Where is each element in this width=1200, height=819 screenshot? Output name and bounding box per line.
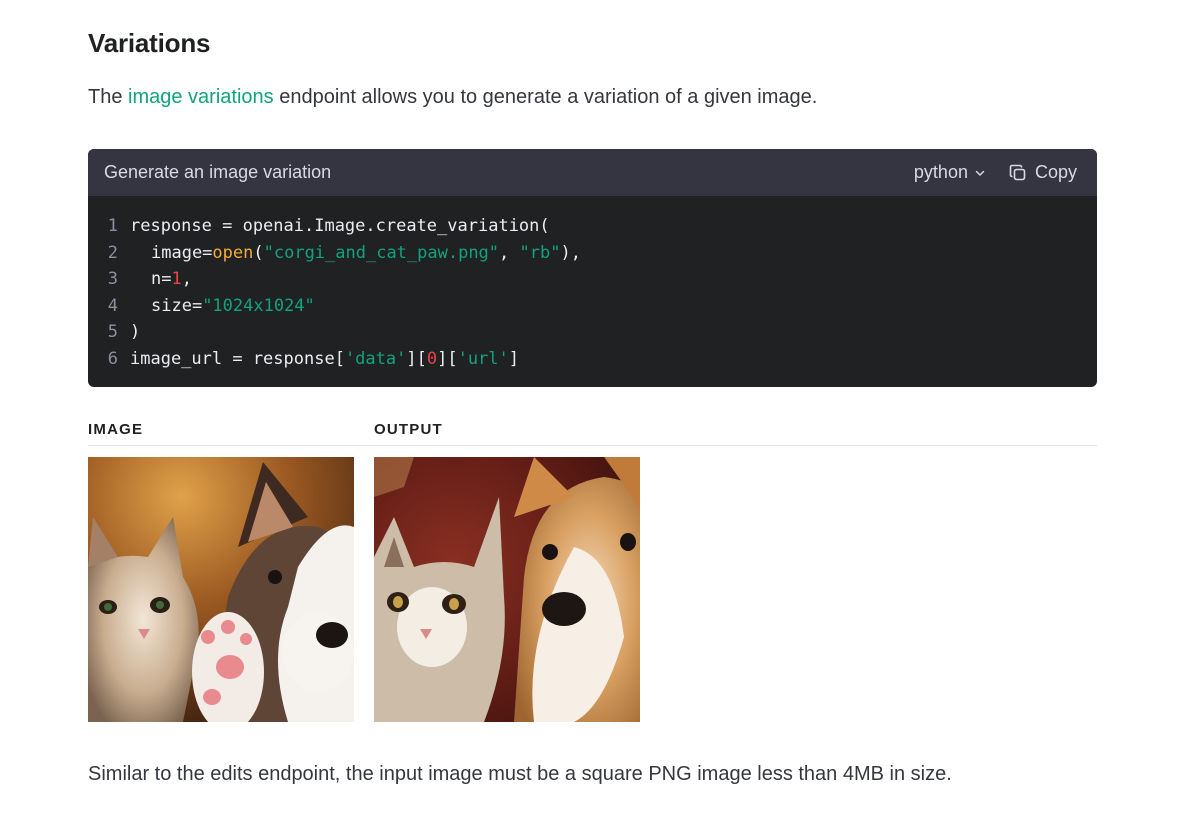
code-text: ) (130, 322, 141, 342)
copy-label: Copy (1034, 162, 1077, 182)
code-string: "1024x1024" (202, 295, 315, 316)
language-select[interactable]: python (914, 162, 986, 183)
code-string: "corgi_and_cat_paw.png" (263, 242, 500, 263)
code-text: ] (508, 348, 520, 369)
code-string: 'data' (344, 348, 407, 369)
image-variations-link[interactable]: image variations (128, 86, 274, 108)
code-line: 5 ) (88, 319, 1097, 346)
chevron-down-icon (975, 170, 985, 176)
code-body[interactable]: 1 response = openai.Image.create_variati… (88, 196, 1097, 372)
line-number: 5 (107, 322, 118, 342)
copy-button[interactable]: Copy (1008, 162, 1077, 183)
intro-prefix: The (88, 86, 129, 108)
code-text: image_url = response[ (130, 348, 345, 369)
code-string: 'url' (457, 348, 509, 369)
code-text: size= (151, 295, 203, 316)
code-text: image= (151, 242, 213, 263)
line-number: 4 (107, 295, 118, 316)
code-header: Generate an image variation python Copy (88, 149, 1097, 196)
line-number: 2 (107, 242, 118, 263)
cat-corgi-variation-photo (374, 457, 640, 722)
language-label: python (913, 162, 968, 182)
code-text: ][ (406, 348, 427, 369)
line-number: 1 (107, 216, 118, 236)
code-number: 0 (426, 348, 438, 369)
code-text: n= (151, 269, 172, 289)
code-line: 4 size="1024x1024" (88, 293, 1097, 320)
copy-icon (1009, 164, 1026, 180)
code-text: ][ (437, 348, 458, 369)
code-string: "rb" (519, 242, 561, 263)
input-image (88, 457, 354, 722)
cat-corgi-paw-photo (88, 457, 354, 722)
code-number: 1 (171, 269, 182, 289)
code-text: ), (560, 242, 581, 263)
code-sample: Generate an image variation python Copy (88, 149, 1097, 387)
size-requirement-note: Similar to the edits endpoint, the input… (88, 763, 952, 785)
code-line: 6 image_url = response['data'][0]['url'] (88, 346, 1097, 373)
code-text: , (181, 269, 192, 289)
code-line: 3 n=1, (88, 266, 1097, 293)
line-number: 6 (107, 348, 118, 369)
output-column-label: OUTPUT (374, 421, 443, 438)
page: Variations The image variations endpoint… (0, 0, 1200, 819)
intro-suffix: endpoint allows you to generate a variat… (273, 86, 818, 108)
code-function: open (212, 242, 254, 263)
code-line: 2 image=open("corgi_and_cat_paw.png", "r… (88, 240, 1097, 267)
code-line: 1 response = openai.Image.create_variati… (88, 213, 1097, 240)
line-number: 3 (107, 269, 118, 289)
code-text: response = openai.Image.create_variation… (130, 216, 550, 236)
code-actions: python Copy (914, 162, 1077, 183)
table-divider (88, 445, 1097, 446)
intro-paragraph: The image variations endpoint allows you… (88, 86, 817, 109)
section-heading: Variations (88, 28, 211, 58)
image-column-label: IMAGE (88, 421, 144, 438)
code-text: ( (253, 242, 264, 263)
output-image (374, 457, 640, 722)
code-title: Generate an image variation (104, 162, 332, 182)
code-text: , (499, 242, 520, 263)
